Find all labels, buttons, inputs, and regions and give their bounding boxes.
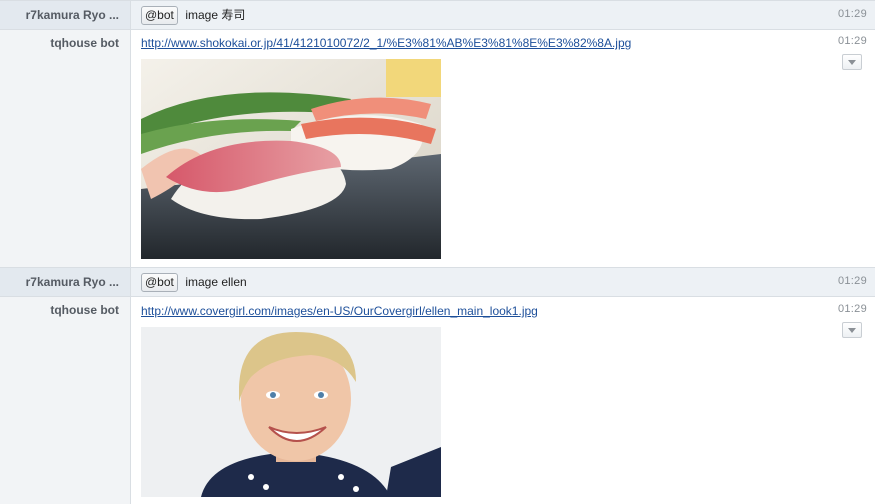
- message-sender[interactable]: tqhouse bot: [0, 30, 131, 267]
- message-sender[interactable]: tqhouse bot: [0, 297, 131, 504]
- chevron-down-icon[interactable]: [842, 54, 862, 70]
- image-url-link[interactable]: http://www.covergirl.com/images/en-US/Ou…: [141, 304, 538, 318]
- message-time: 01:29: [837, 303, 867, 315]
- chat-log: r7kamura Ryo ... @bot image 寿司 01:29 tqh…: [0, 0, 875, 504]
- sushi-image[interactable]: [141, 59, 441, 259]
- image-url-link[interactable]: http://www.shokokai.or.jp/41/4121010072/…: [141, 36, 631, 50]
- portrait-image[interactable]: [141, 327, 441, 497]
- message-time: 01:29: [837, 8, 867, 20]
- message-text: image 寿司: [185, 8, 246, 22]
- chat-message: tqhouse bot http://www.shokokai.or.jp/41…: [0, 30, 875, 267]
- portrait-photo-icon: [141, 327, 441, 497]
- chat-message: tqhouse bot http://www.covergirl.com/ima…: [0, 297, 875, 504]
- message-sender[interactable]: r7kamura Ryo ...: [0, 268, 131, 296]
- mention-tag[interactable]: @bot: [141, 273, 178, 292]
- sushi-photo-icon: [141, 59, 441, 259]
- message-text: image ellen: [185, 275, 247, 289]
- message-time: 01:29: [837, 35, 867, 47]
- chat-message: r7kamura Ryo ... @bot image ellen 01:29: [0, 267, 875, 297]
- chevron-down-icon[interactable]: [842, 322, 862, 338]
- chat-message: r7kamura Ryo ... @bot image 寿司 01:29: [0, 0, 875, 30]
- message-time: 01:29: [837, 275, 867, 287]
- message-sender[interactable]: r7kamura Ryo ...: [0, 1, 131, 29]
- mention-tag[interactable]: @bot: [141, 6, 178, 25]
